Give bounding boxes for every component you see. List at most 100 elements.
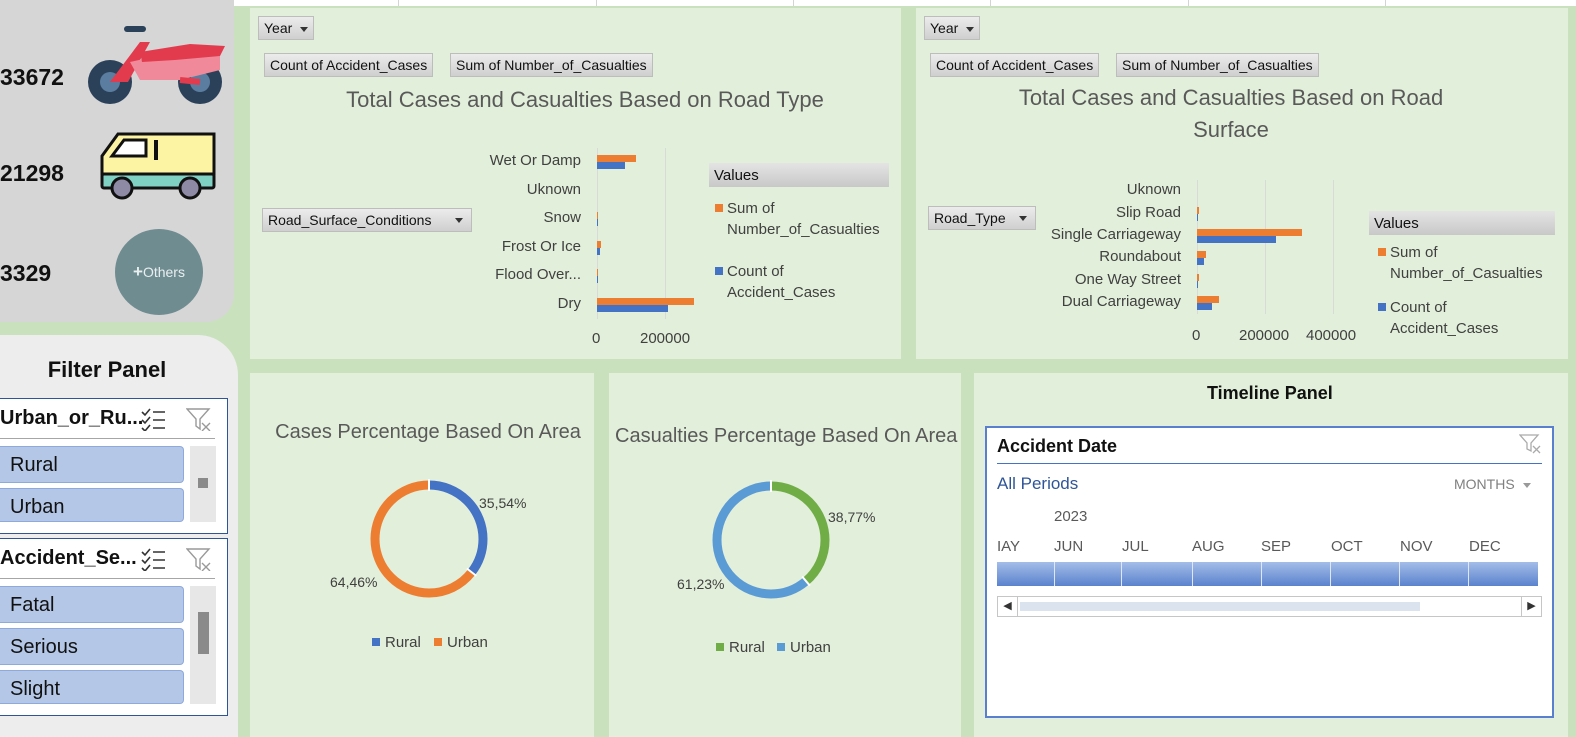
legend-title: Values [709, 163, 889, 187]
y-axis-line [1197, 180, 1198, 315]
bar-casualties[interactable] [597, 269, 598, 277]
legend-swatch [1378, 248, 1386, 256]
chevron-down-icon [300, 26, 309, 32]
bar-casualties[interactable] [597, 155, 637, 163]
timeline-month: JUN [1054, 538, 1084, 555]
data-label-rural: 38,77% [828, 509, 876, 525]
motorcycle-icon [88, 26, 225, 104]
bar-cases[interactable] [597, 276, 598, 284]
clear-filter-icon[interactable] [1519, 434, 1541, 454]
casualties-area-chart-panel: Casualties Percentage Based On Area 38,7… [609, 373, 961, 737]
year-filter-button[interactable]: Year [258, 16, 315, 40]
data-label-urban: 64,46% [330, 574, 378, 590]
legend-swatch [715, 204, 723, 212]
category-label: One Way Street [1074, 270, 1181, 288]
category-label: Slip Road [1115, 203, 1181, 221]
bar-casualties[interactable] [597, 297, 694, 305]
legend-label: Count of Accident_Cases [727, 263, 836, 301]
bar-casualties[interactable] [1197, 229, 1303, 236]
axis-field-label: Road_Surface_Conditions [268, 212, 432, 228]
clear-filter-icon[interactable] [186, 547, 212, 571]
others-icon: +Others [115, 229, 203, 315]
slicer-scroll-thumb[interactable] [198, 612, 209, 654]
legend-swatch [716, 643, 724, 651]
bar-casualties[interactable] [597, 240, 602, 248]
bar-cases[interactable] [1197, 258, 1204, 266]
slicer-scrollbar[interactable] [190, 586, 216, 704]
field-button-sum[interactable]: Sum of Number_of_Casualties [450, 53, 653, 77]
axis-field-button[interactable]: Road_Surface_Conditions [262, 208, 472, 232]
bar-casualties[interactable] [1197, 251, 1207, 259]
slicer-accident-severity: Accident_Se... Fatal Serious Slight [0, 538, 228, 716]
slicer-scrollbar[interactable] [190, 446, 216, 522]
slicer-header: Urban_or_Ru... [0, 399, 215, 439]
multi-select-icon[interactable] [140, 407, 166, 431]
bar-casualties[interactable] [1197, 206, 1199, 214]
category-label: Single Carriageway [1050, 226, 1181, 243]
category-label: Flood Over... [495, 266, 581, 284]
timeline-header: Accident Date [997, 436, 1118, 456]
slicer-item-serious[interactable]: Serious [0, 628, 184, 665]
chart-title: Cases Percentage Based On Area [275, 421, 581, 443]
data-label-urban: 61,23% [677, 576, 725, 592]
scroll-right-icon[interactable]: ▶ [1521, 597, 1541, 616]
bar-cases[interactable] [1197, 213, 1199, 221]
bar-casualties[interactable] [1197, 273, 1199, 281]
legend-label: Sum of Number_of_Casualties [1390, 244, 1543, 282]
plus-icon: + [133, 262, 143, 281]
clear-filter-icon[interactable] [186, 407, 212, 431]
bar-cases[interactable] [597, 247, 601, 255]
bar-cases[interactable] [1197, 280, 1199, 288]
timeline-period-bar[interactable] [997, 562, 1538, 586]
x-tick: 400000 [1306, 327, 1357, 344]
legend-swatch [1378, 303, 1386, 311]
scroll-left-icon[interactable]: ◀ [998, 597, 1018, 616]
chart-title: Casualties Percentage Based On Area [615, 425, 958, 447]
category-label: Snow [543, 209, 581, 227]
chevron-down-icon [455, 218, 463, 223]
field-button-count[interactable]: Count of Accident_Cases [264, 53, 434, 77]
field-button-count[interactable]: Count of Accident_Cases [930, 53, 1100, 77]
bar-cases[interactable] [597, 219, 598, 227]
slicer-title: Urban_or_Ru... [0, 407, 144, 429]
kpi-others: 3329 +Others [0, 226, 234, 316]
timeline-divider [997, 463, 1542, 464]
road-surface-chart-panel: Year Count of Accident_Cases Sum of Numb… [916, 8, 1568, 359]
bar-cases[interactable] [1197, 236, 1276, 243]
x-tick: 0 [1192, 327, 1201, 344]
legend-label: Urban [447, 634, 488, 651]
x-tick: 0 [592, 330, 601, 347]
slicer-item-fatal[interactable]: Fatal [0, 586, 184, 623]
year-filter-button[interactable]: Year [924, 16, 981, 40]
kpi-value: 33672 [0, 64, 64, 90]
chart-title: Total Cases and Casualties Based on Road… [1018, 85, 1444, 142]
slicer-item-urban[interactable]: Urban [0, 488, 184, 522]
slicer-scroll-thumb[interactable] [198, 478, 208, 488]
field-button-sum[interactable]: Sum of Number_of_Casualties [1116, 53, 1319, 77]
legend-swatch [434, 638, 442, 646]
timeline-year: 2023 [1054, 508, 1088, 525]
timeline-scroll-track[interactable] [1020, 602, 1420, 611]
gridline [665, 148, 666, 319]
category-label: Frost Or Ice [501, 237, 581, 255]
category-label: Uknown [526, 180, 581, 198]
legend-entry-urban: Urban [777, 639, 831, 656]
chevron-down-icon [1522, 482, 1531, 488]
time-level-dropdown[interactable]: MONTHS [1454, 476, 1531, 492]
bar-casualties[interactable] [597, 212, 598, 220]
legend-entry-cases: Count of Accident_Cases [1378, 297, 1518, 339]
bar-cases[interactable] [597, 304, 669, 312]
cases-area-chart-panel: Cases Percentage Based On Area 35,54% 64… [250, 373, 594, 737]
legend-entry-cases: Count of Accident_Cases [715, 261, 855, 303]
axis-field-button[interactable]: Road_Type [928, 206, 1036, 230]
bar-casualties[interactable] [1197, 296, 1220, 304]
slicer-item-slight[interactable]: Slight [0, 670, 184, 704]
legend-label: Count of Accident_Cases [1390, 299, 1499, 337]
slicer-item-rural[interactable]: Rural [0, 446, 184, 483]
timeline-month: AUG [1192, 538, 1225, 555]
bar-cases[interactable] [597, 162, 625, 170]
multi-select-icon[interactable] [140, 547, 166, 571]
chart-title: Total Cases and Casualties Based on Road… [346, 87, 824, 112]
timeline-scrollbar[interactable]: ◀ ▶ [997, 596, 1542, 617]
bar-cases[interactable] [1197, 303, 1213, 311]
